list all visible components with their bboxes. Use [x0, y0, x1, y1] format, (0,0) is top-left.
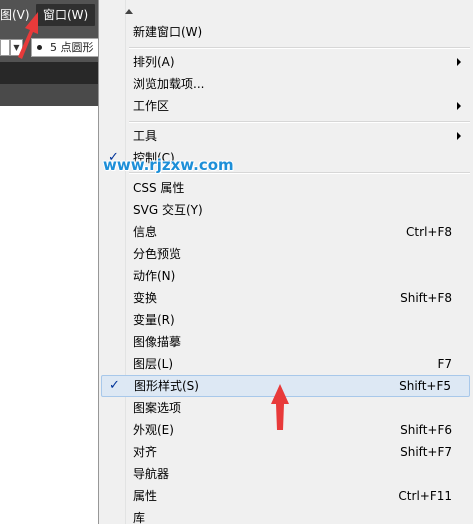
menu-item-navigator[interactable]: 导航器	[101, 463, 470, 485]
menu-item-transform[interactable]: 变换 Shift+F8	[101, 287, 470, 309]
shortcut-label: Shift+F5	[399, 379, 451, 393]
menu-separator	[129, 47, 470, 49]
menu-window[interactable]: 窗口(W)	[36, 4, 96, 26]
menu-separator	[129, 121, 470, 123]
menu-item-workspace[interactable]: 工作区	[101, 95, 470, 117]
shortcut-label: Ctrl+F8	[406, 225, 452, 239]
shortcut-label: Shift+F6	[400, 423, 452, 437]
menu-item-appearance[interactable]: 外观(E) Shift+F6	[101, 419, 470, 441]
chevron-down-icon: ▼	[13, 43, 20, 52]
check-icon: ✓	[109, 378, 120, 393]
menu-item-image-trace[interactable]: 图像描摹	[101, 331, 470, 353]
menu-item-info[interactable]: 信息 Ctrl+F8	[101, 221, 470, 243]
menu-item-properties[interactable]: 属性 Ctrl+F11	[101, 485, 470, 507]
artboard-canvas[interactable]	[0, 106, 110, 524]
site-watermark: www.rjzxw.com	[103, 156, 234, 174]
menu-item-arrange[interactable]: 排列(A)	[101, 51, 470, 73]
shortcut-label: Shift+F8	[400, 291, 452, 305]
panel-divider	[0, 62, 110, 84]
submenu-arrow-icon	[457, 132, 461, 140]
menu-item-libraries[interactable]: 库	[101, 507, 470, 529]
menu-item-svg-interactivity[interactable]: SVG 交互(Y)	[101, 199, 470, 221]
document-tab-strip	[0, 84, 110, 106]
menu-item-new-window[interactable]: 新建窗口(W)	[101, 21, 470, 43]
menu-item-browse-addons[interactable]: 浏览加载项...	[101, 73, 470, 95]
shortcut-label: F7	[437, 357, 452, 371]
stroke-dropdown[interactable]: ▼	[10, 39, 23, 56]
submenu-arrow-icon	[457, 58, 461, 66]
menu-item-variables[interactable]: 变量(R)	[101, 309, 470, 331]
scroll-up-icon[interactable]	[125, 9, 133, 14]
menu-item-align[interactable]: 对齐 Shift+F7	[101, 441, 470, 463]
app-menubar: 图(V) 窗口(W)	[0, 0, 110, 31]
submenu-arrow-icon	[457, 102, 461, 110]
menu-view[interactable]: 图(V)	[0, 7, 30, 23]
stroke-swatch[interactable]	[0, 39, 10, 56]
menu-item-actions[interactable]: 动作(N)	[101, 265, 470, 287]
control-toolbar: ▼ 5 点圆形	[0, 31, 113, 62]
brush-label: 5 点圆形	[50, 41, 94, 54]
shortcut-label: Shift+F7	[400, 445, 452, 459]
menu-item-graphic-styles[interactable]: ✓ 图形样式(S) Shift+F5	[101, 375, 470, 397]
shortcut-label: Ctrl+F11	[398, 489, 452, 503]
brush-dot-icon	[37, 45, 42, 50]
menu-item-separations-preview[interactable]: 分色预览	[101, 243, 470, 265]
menu-item-layers[interactable]: 图层(L) F7	[101, 353, 470, 375]
menu-item-css-properties[interactable]: CSS 属性	[101, 177, 470, 199]
menu-item-pattern-options[interactable]: 图案选项	[101, 397, 470, 419]
menu-item-tools[interactable]: 工具	[101, 125, 470, 147]
window-menu-dropdown: 新建窗口(W) 排列(A) 浏览加载项... 工作区 工具 ✓ 控制(C) CS…	[98, 0, 473, 525]
